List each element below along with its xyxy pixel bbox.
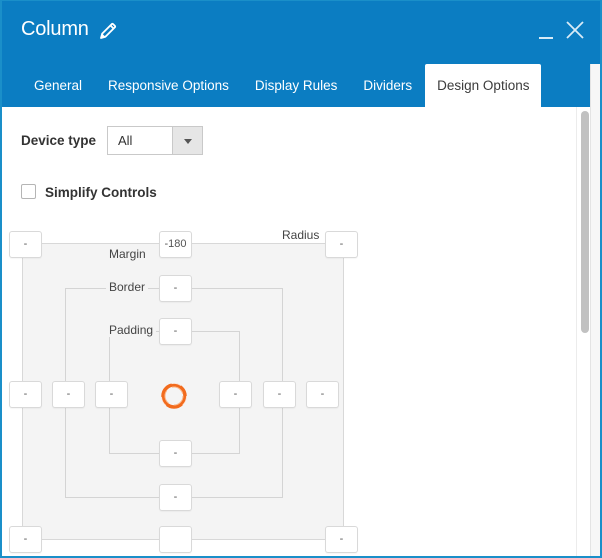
margin-top-input[interactable]: -180 xyxy=(159,231,192,258)
margin-label: Margin xyxy=(106,247,149,261)
margin-left-input[interactable]: - xyxy=(9,381,42,408)
tab-general[interactable]: General xyxy=(21,64,95,107)
scrollbar-thumb[interactable] xyxy=(581,111,589,333)
border-right-input[interactable]: - xyxy=(263,381,296,408)
column-settings-dialog: Column General Responsive Options Displa… xyxy=(0,0,602,558)
simplify-controls-label[interactable]: Simplify Controls xyxy=(45,185,157,200)
tab-responsive-options[interactable]: Responsive Options xyxy=(95,64,242,107)
tab-design-options[interactable]: Design Options xyxy=(425,64,542,107)
minimize-icon xyxy=(539,37,553,39)
border-label: Border xyxy=(106,280,149,294)
device-type-label: Device type xyxy=(21,133,97,148)
padding-label: Padding xyxy=(106,323,157,337)
margin-bottom-input[interactable] xyxy=(159,526,192,553)
border-bottom-input[interactable]: - xyxy=(159,484,192,511)
device-type-select[interactable]: All xyxy=(107,126,203,155)
radius-top-left-input[interactable]: - xyxy=(9,231,42,258)
close-icon xyxy=(566,21,584,39)
pencil-icon[interactable] xyxy=(98,21,118,41)
loading-spinner-icon xyxy=(160,382,188,410)
padding-right-input[interactable]: - xyxy=(219,381,252,408)
border-top-input[interactable]: - xyxy=(159,275,192,302)
simplify-controls-checkbox[interactable] xyxy=(21,184,36,199)
tab-dividers[interactable]: Dividers xyxy=(350,64,425,107)
padding-left-input[interactable]: - xyxy=(95,381,128,408)
border-left-input[interactable]: - xyxy=(52,381,85,408)
scrollbar[interactable] xyxy=(576,107,590,556)
tab-display-rules[interactable]: Display Rules xyxy=(242,64,351,107)
close-button[interactable] xyxy=(565,20,585,40)
margin-right-input[interactable]: - xyxy=(306,381,339,408)
chevron-down-icon xyxy=(172,127,202,154)
radius-bottom-right-input[interactable]: - xyxy=(325,526,358,553)
dialog-edge-top xyxy=(590,1,600,64)
radius-top-right-input[interactable]: - xyxy=(325,231,358,258)
radius-label: Radius xyxy=(279,228,323,242)
device-type-value: All xyxy=(118,133,133,148)
padding-top-input[interactable]: - xyxy=(159,318,192,345)
dialog-title: Column xyxy=(21,18,89,40)
dialog-edge xyxy=(590,1,600,556)
radius-bottom-left-input[interactable]: - xyxy=(9,526,42,553)
padding-bottom-input[interactable]: - xyxy=(159,440,192,467)
minimize-button[interactable] xyxy=(538,21,554,41)
tab-bar: General Responsive Options Display Rules… xyxy=(21,64,542,107)
